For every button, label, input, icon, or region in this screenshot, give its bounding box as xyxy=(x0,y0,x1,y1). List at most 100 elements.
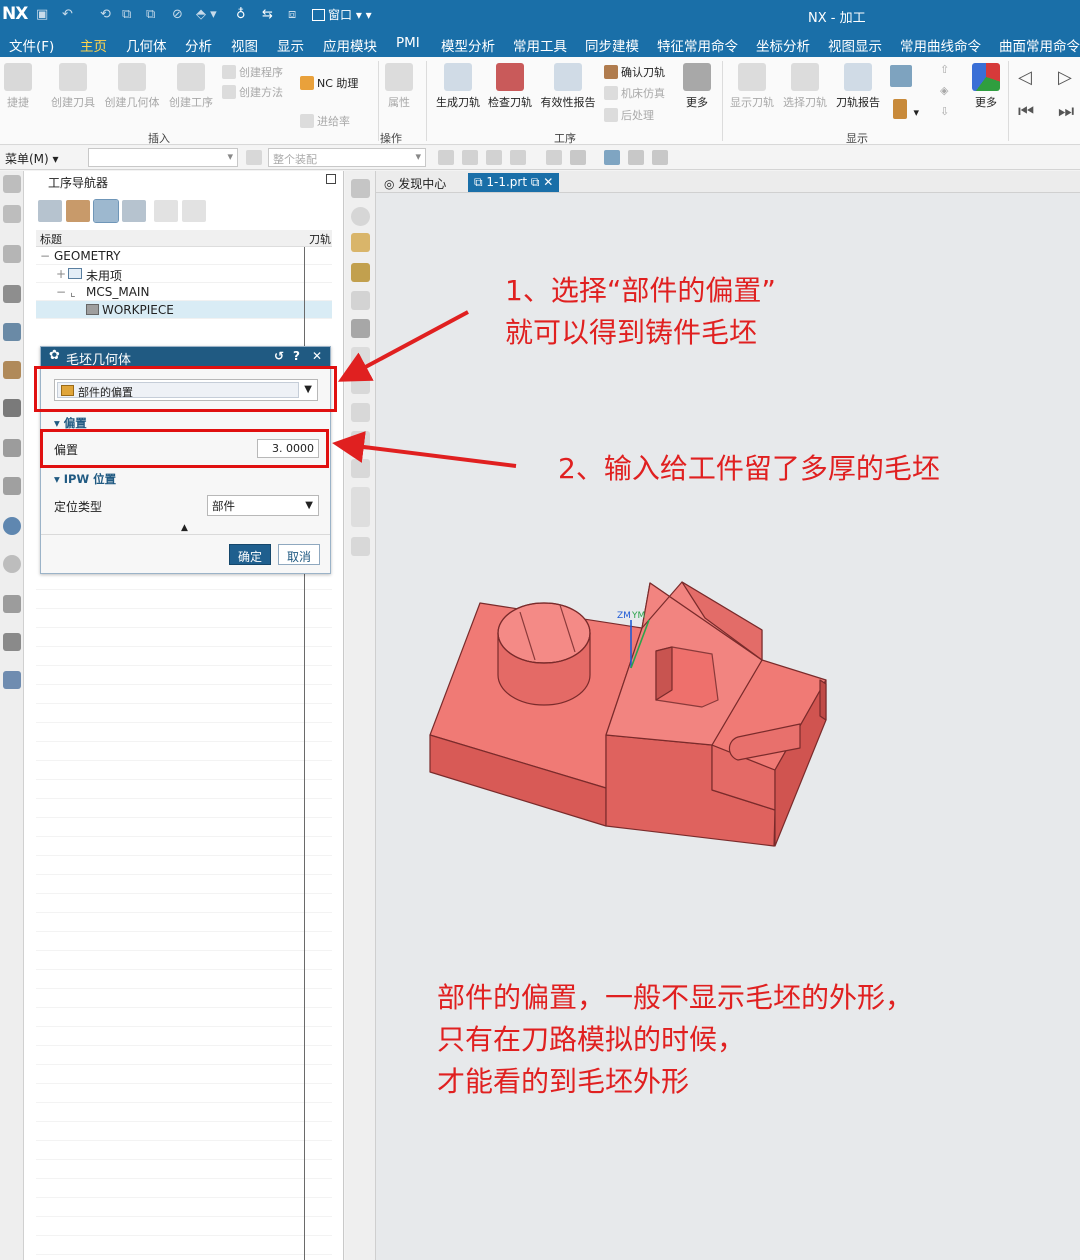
tab-view[interactable]: 视图 xyxy=(231,35,258,55)
validity-report-button[interactable]: 有效性报告 xyxy=(538,63,598,110)
path-icon[interactable] xyxy=(351,403,370,422)
part-navigator-icon[interactable] xyxy=(3,205,21,223)
select-component-icon[interactable] xyxy=(570,150,586,165)
chevron-down-icon[interactable]: ▼ xyxy=(305,500,313,511)
tab-home[interactable]: 主页 xyxy=(76,35,111,60)
more-display-button[interactable]: 更多 xyxy=(970,63,1002,110)
tab-geometry[interactable]: 几何体 xyxy=(126,35,167,55)
collapse-icon[interactable]: − xyxy=(56,285,66,299)
tab-analysis[interactable]: 分析 xyxy=(185,35,212,55)
redo-icon[interactable]: ⟲ xyxy=(100,7,111,22)
save-icon[interactable]: ▣ xyxy=(36,7,48,22)
operation-navigator-icon[interactable] xyxy=(3,285,21,303)
tab-coordinate-analysis[interactable]: 坐标分析 xyxy=(756,35,810,55)
repeat-command-icon[interactable]: ⇆ xyxy=(262,7,273,22)
collapse-dialog-icon[interactable]: ▲ xyxy=(181,523,188,533)
expand-icon[interactable] xyxy=(182,200,206,222)
vertical-text-icon[interactable] xyxy=(351,487,370,527)
tool-display-button[interactable]: ▾ xyxy=(893,99,919,119)
select-face-icon[interactable] xyxy=(486,150,502,165)
window-menu[interactable]: 窗口 ▾ ▾ xyxy=(312,6,372,23)
nav-first-icon[interactable]: ⏮ xyxy=(1018,101,1034,122)
collapse-icon[interactable]: − xyxy=(40,249,50,263)
tab-applications[interactable]: 应用模块 xyxy=(323,35,377,55)
cancel-button[interactable]: 取消 xyxy=(278,544,320,565)
gear-icon[interactable]: ✿ xyxy=(49,348,60,363)
tree-row-unused[interactable]: + 未用项 xyxy=(36,265,332,283)
mcs-icon[interactable] xyxy=(604,150,620,165)
filter-icon[interactable] xyxy=(246,150,262,165)
select-feature-icon[interactable] xyxy=(546,150,562,165)
tab-discover-center[interactable]: ◎ 发现中心 xyxy=(378,173,452,194)
tab-feature-commands[interactable]: 特征常用命令 xyxy=(657,35,738,55)
feed-rate-button[interactable]: 进给率 xyxy=(300,113,350,129)
ipw-section-header[interactable]: ▾ IPW 位置 xyxy=(54,471,116,487)
export-icon[interactable] xyxy=(351,537,370,556)
tab-part-file[interactable]: ⧉ 1-1.prt ⧉ ✕ xyxy=(468,173,560,192)
geometry-view-icon[interactable] xyxy=(93,199,119,223)
ok-button[interactable]: 确定 xyxy=(229,544,271,565)
create-program-button[interactable]: 创建程序 xyxy=(222,64,283,80)
help-icon[interactable]: ? xyxy=(293,349,300,363)
nav-back-icon[interactable]: ◁ xyxy=(1018,67,1032,88)
tab-curve-commands[interactable]: 常用曲线命令 xyxy=(900,35,981,55)
select-icon[interactable] xyxy=(462,150,478,165)
more-button[interactable]: 更多 xyxy=(682,63,712,110)
create-geometry-button[interactable]: 创建几何体 xyxy=(102,63,162,110)
program-order-view-icon[interactable] xyxy=(38,200,62,222)
layer-icon[interactable]: ◈ xyxy=(940,84,948,97)
verify-toolpath-button[interactable]: 检查刀轨 xyxy=(486,63,534,110)
copy-icon[interactable]: ⧉ xyxy=(122,7,131,22)
nav-forward-icon[interactable]: ▷ xyxy=(1058,67,1072,88)
properties-button[interactable]: 属性 xyxy=(384,63,414,110)
column-toolpath[interactable]: 刀轨 xyxy=(309,231,331,247)
tree-row-mcs-main[interactable]: − ⌞ MCS_MAIN xyxy=(36,283,332,301)
select-toolpath-button[interactable]: 选择刀轨 xyxy=(780,63,830,110)
tab-pmi[interactable]: PMI xyxy=(396,35,420,51)
cut-path-icon[interactable] xyxy=(351,459,370,478)
system-scene-icon[interactable] xyxy=(3,671,21,689)
web-browser-icon[interactable] xyxy=(3,477,21,495)
create-tool-button[interactable]: 创建刀具 xyxy=(48,63,98,110)
machine-tool-navigator-icon[interactable] xyxy=(3,323,21,341)
snap-icon[interactable] xyxy=(438,150,454,165)
find-icon[interactable] xyxy=(154,200,178,222)
history-icon[interactable] xyxy=(3,555,21,573)
show-toolpath-button[interactable]: 显示刀轨 xyxy=(728,63,776,110)
reuse-library-icon[interactable] xyxy=(3,399,21,417)
machining-method-view-icon[interactable] xyxy=(122,200,146,222)
assembly-filter-dropdown[interactable]: 整个装配 xyxy=(268,148,426,167)
selection-icon[interactable]: ⬘ ▾ xyxy=(196,7,217,22)
operation-icon[interactable] xyxy=(351,179,370,198)
arrow-up-icon[interactable]: ⇧ xyxy=(940,63,949,76)
role-icon[interactable] xyxy=(3,633,21,651)
gear-stack-icon[interactable] xyxy=(351,319,370,338)
confirm-toolpath-button[interactable]: 确认刀轨 xyxy=(604,64,665,80)
layer-icon[interactable] xyxy=(351,347,370,366)
tab-synchronous-modeling[interactable]: 同步建模 xyxy=(585,35,639,55)
machine-simulation-button[interactable]: 机床仿真 xyxy=(604,85,665,101)
hd3d-tools-icon[interactable] xyxy=(3,439,21,457)
create-operation-button[interactable]: 创建工序 xyxy=(166,63,216,110)
machine-tool-view-icon[interactable] xyxy=(66,200,90,222)
close-icon[interactable]: ✕ xyxy=(312,349,322,363)
tab-model-analysis[interactable]: 模型分析 xyxy=(441,35,495,55)
maximize-icon[interactable] xyxy=(326,174,336,184)
tab-surface-commands[interactable]: 曲面常用命令 xyxy=(999,35,1080,55)
brush-icon[interactable] xyxy=(351,263,370,282)
globe-icon[interactable] xyxy=(3,517,21,535)
tab-common-tools[interactable]: 常用工具 xyxy=(513,35,567,55)
settings-icon[interactable] xyxy=(3,175,21,193)
delete-icon[interactable]: ⊘ xyxy=(172,7,183,22)
undo-icon[interactable]: ↶ xyxy=(62,7,73,22)
generate-toolpath-button[interactable]: 生成刀轨 xyxy=(434,63,482,110)
tab-file[interactable]: 文件(F) xyxy=(9,35,54,55)
arrow-down-icon[interactable]: ⇩ xyxy=(940,105,949,118)
hide-icon[interactable] xyxy=(652,150,668,165)
type-filter-dropdown[interactable] xyxy=(88,148,238,167)
reset-icon[interactable]: ↺ xyxy=(274,349,284,363)
expand-node-icon[interactable]: + xyxy=(56,267,66,281)
nav-last-icon[interactable]: ⏭ xyxy=(1058,101,1074,122)
tab-view-display[interactable]: 视图显示 xyxy=(828,35,882,55)
refresh-icon[interactable] xyxy=(351,207,370,226)
